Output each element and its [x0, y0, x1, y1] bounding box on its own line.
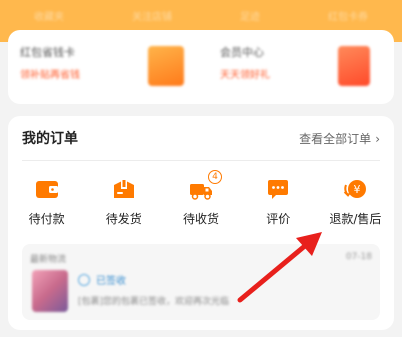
recent-logistics[interactable]: 最新物流 07-18 已签收 [包裹]您的包裹已签收，欢迎再次光临 [22, 244, 380, 320]
promo-member-title: 会员中心 [220, 46, 264, 59]
promo-member-center[interactable]: 会员中心 天天领好礼 [220, 44, 270, 81]
view-all-orders-link[interactable]: 查看全部订单 › [299, 130, 380, 147]
status-label: 待付款 [28, 212, 65, 226]
svg-text:¥: ¥ [354, 183, 361, 196]
chevron-right-icon: › [375, 131, 380, 146]
stat-coupons[interactable]: 红包卡券 [328, 8, 368, 23]
stat-footprints[interactable]: 足迹 [240, 8, 260, 23]
order-count-badge: 4 [208, 170, 222, 184]
promo-member-sub: 天天领好礼 [220, 70, 270, 81]
refund-icon: ¥ [342, 176, 368, 202]
status-review[interactable]: 评价 [240, 176, 317, 236]
stat-favorites[interactable]: 收藏夹 [34, 8, 64, 23]
status-refund-aftersales[interactable]: ¥ 退款/售后 [317, 176, 394, 236]
status-pending-receipt[interactable]: 4 待收货 [162, 170, 239, 236]
promo-savings-sub: 领补贴再省钱 [20, 70, 80, 81]
view-all-label: 查看全部订单 [299, 132, 372, 146]
divider [22, 160, 380, 161]
delivery-description: [包裹]您的包裹已签收，欢迎再次光临 [78, 297, 230, 307]
order-status-row: 待付款 待发货 4 待收货 评价 ¥ 退款/售后 [8, 170, 394, 236]
promo-savings-image[interactable] [148, 46, 184, 86]
comment-icon [265, 176, 291, 202]
status-check-icon [78, 273, 90, 286]
promo-member-image[interactable] [338, 46, 370, 86]
recent-logistics-time: 07-18 [345, 252, 372, 262]
promo-savings-title: 红包省钱卡 [20, 46, 75, 59]
status-label: 待收货 [183, 212, 220, 226]
wallet-icon [34, 176, 60, 202]
status-label: 退款/售后 [329, 212, 382, 226]
status-label: 待发货 [105, 212, 142, 226]
delivery-status-text: 已签收 [96, 276, 126, 287]
header-stats: 收藏夹 关注店铺 足迹 红包卡券 [0, 0, 402, 30]
status-pending-shipment[interactable]: 待发货 [85, 176, 162, 236]
orders-title: 我的订单 [22, 131, 78, 147]
recent-logistics-label: 最新物流 [30, 255, 67, 265]
stat-followed-shops[interactable]: 关注店铺 [132, 8, 172, 23]
promo-savings-card[interactable]: 红包省钱卡 领补贴再省钱 [20, 44, 80, 81]
truck-icon: 4 [188, 170, 222, 202]
delivery-status: 已签收 [78, 272, 126, 287]
orders-card: 我的订单 查看全部订单 › 待付款 待发货 4 待收货 评价 ¥ 退款/售后 最… [8, 116, 394, 330]
package-icon [111, 176, 137, 202]
status-pending-payment[interactable]: 待付款 [8, 176, 85, 236]
status-label: 评价 [266, 212, 291, 226]
promo-card: 红包省钱卡 领补贴再省钱 会员中心 天天领好礼 [8, 30, 394, 104]
product-thumbnail[interactable] [32, 270, 68, 312]
